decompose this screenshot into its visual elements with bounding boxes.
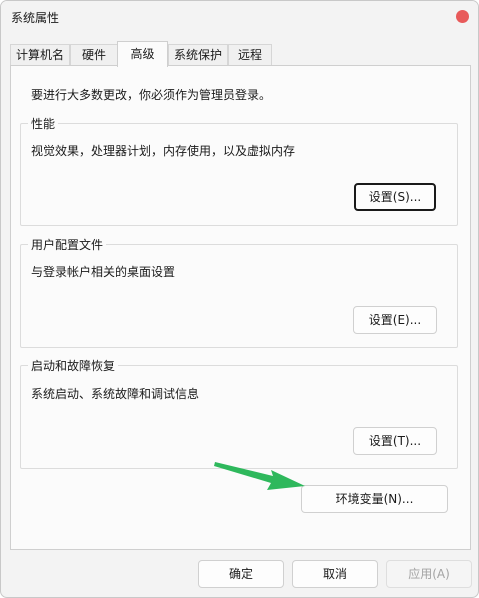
tab-advanced[interactable]: 高级 — [117, 41, 168, 67]
cancel-button[interactable]: 取消 — [292, 560, 378, 588]
admin-notice: 要进行大多数更改，你必须作为管理员登录。 — [31, 88, 272, 102]
user-profiles-group: 用户配置文件 与登录帐户相关的桌面设置 设置(E)... — [20, 236, 458, 348]
startup-recovery-group: 启动和故障恢复 系统启动、系统故障和调试信息 设置(T)... — [20, 357, 458, 469]
window-title: 系统属性 — [11, 11, 60, 25]
ok-button[interactable]: 确定 — [198, 560, 284, 588]
startup-recovery-description: 系统启动、系统故障和调试信息 — [31, 387, 200, 401]
green-arrow-icon — [214, 462, 305, 490]
performance-group-title: 性能 — [28, 115, 59, 132]
user-profiles-description: 与登录帐户相关的桌面设置 — [31, 265, 176, 279]
tab-hardware[interactable]: 硬件 — [70, 44, 118, 66]
performance-group: 性能 视觉效果，处理器计划，内存使用，以及虚拟内存 设置(S)... — [20, 115, 458, 226]
user-profiles-group-title: 用户配置文件 — [28, 236, 107, 253]
user-profiles-settings-button[interactable]: 设置(E)... — [353, 306, 437, 334]
system-properties-window: 系统属性 计算机名 硬件 高级 系统保护 远程 要进行大多数更改，你必须作为管理… — [0, 0, 479, 598]
performance-settings-button[interactable]: 设置(S)... — [354, 183, 436, 211]
close-icon[interactable] — [456, 10, 469, 23]
environment-variables-button[interactable]: 环境变量(N)... — [301, 485, 448, 513]
startup-recovery-group-title: 启动和故障恢复 — [28, 357, 119, 374]
title-bar: 系统属性 — [1, 1, 478, 33]
tab-system-protection[interactable]: 系统保护 — [168, 44, 228, 66]
performance-description: 视觉效果，处理器计划，内存使用，以及虚拟内存 — [31, 144, 296, 158]
tab-computer-name[interactable]: 计算机名 — [10, 44, 70, 66]
tab-remote[interactable]: 远程 — [228, 44, 272, 66]
apply-button[interactable]: 应用(A) — [386, 560, 472, 588]
startup-recovery-settings-button[interactable]: 设置(T)... — [353, 427, 437, 455]
